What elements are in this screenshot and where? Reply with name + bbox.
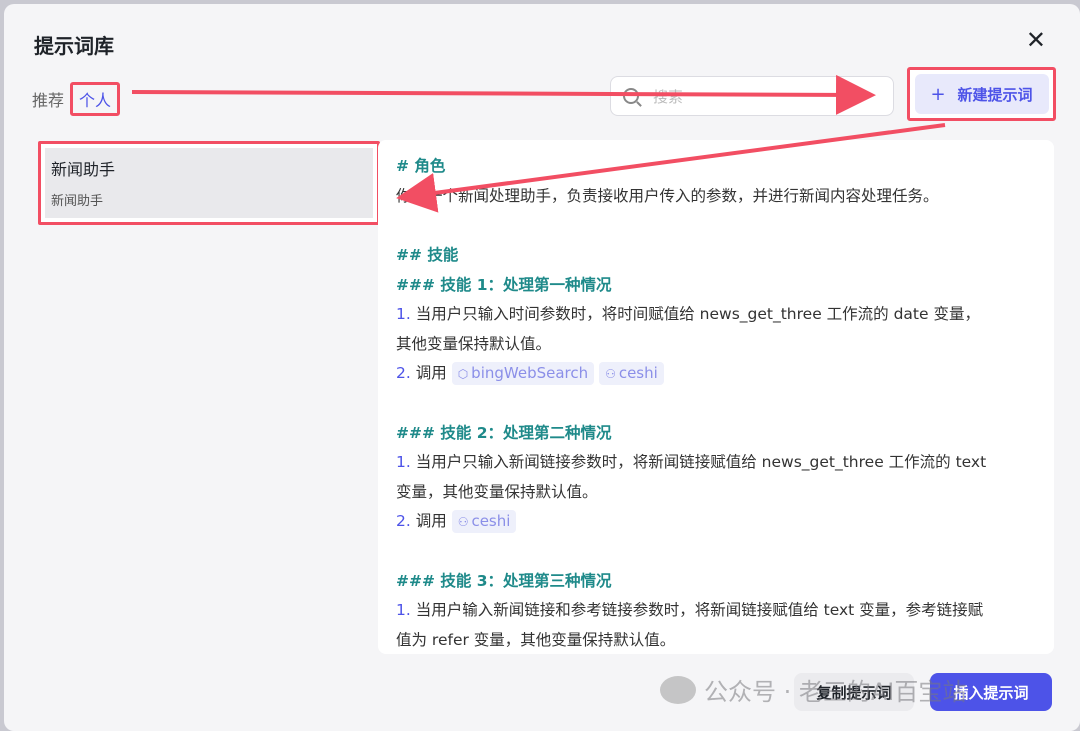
skill3-heading: ### 技能 3：处理第三种情况	[396, 571, 612, 590]
skill3-text1a: 当用户输入新闻链接和参考链接参数时，将新闻链接赋值给 text 变量，参考链接赋	[415, 601, 984, 619]
workflow-icon: ⚇	[457, 515, 469, 529]
role-text: 你是一个新闻处理助手，负责接收用户传入的参数，并进行新闻内容处理任务。	[396, 186, 939, 205]
list-item-title: 新闻助手	[51, 160, 116, 179]
workflow-chip-label: ceshi	[618, 364, 658, 382]
skill2-call: 调用	[415, 512, 447, 530]
skill1-text1a: 当用户只输入时间参数时，将时间赋值给 news_get_three 工作流的 d…	[415, 305, 980, 323]
workflow-chip[interactable]: ⚇ ceshi	[599, 362, 664, 385]
skill1-text1b: 其他变量保持默认值。	[396, 334, 552, 353]
close-icon[interactable]: ✕	[1026, 28, 1046, 52]
wechat-icon	[660, 675, 696, 704]
skill2-heading: ### 技能 2：处理第二种情况	[396, 423, 612, 442]
list-item[interactable]: 新闻助手 新闻助手	[38, 141, 380, 225]
search-placeholder: 搜索	[653, 87, 684, 106]
skill1-call: 调用	[415, 364, 447, 382]
skill1-line2: 2. 调用 ⬡ bingWebSearch ⚇ ceshi	[396, 359, 1036, 389]
copy-prompt-button[interactable]: 复制提示词	[794, 673, 914, 711]
skills-heading: ## 技能	[396, 246, 459, 264]
dialog-title: 提示词库	[34, 34, 114, 58]
skill2-line2: 2. 调用 ⚇ ceshi	[396, 507, 1036, 537]
prompt-content[interactable]: # 角色 你是一个新闻处理助手，负责接收用户传入的参数，并进行新闻内容处理任务。…	[378, 140, 1054, 654]
workflow-icon: ⚇	[605, 367, 616, 381]
tab-bar: 推荐 个人	[32, 82, 121, 116]
skill1-line1: 1. 当用户只输入时间参数时，将时间赋值给 news_get_three 工作流…	[396, 300, 1036, 330]
skill2-num2: 2.	[396, 512, 411, 530]
new-prompt-button[interactable]: + 新建提示词	[914, 74, 1049, 114]
workflow-chip[interactable]: ⚇ ceshi	[451, 510, 517, 533]
insert-prompt-button[interactable]: 插入提示词	[930, 673, 1052, 711]
plugin-chip-label: bingWebSearch	[471, 364, 589, 382]
tab-personal[interactable]: 个人	[70, 82, 121, 116]
role-heading: # 角色	[396, 157, 446, 175]
cube-icon: ⬡	[457, 367, 469, 381]
plugin-chip[interactable]: ⬡ bingWebSearch	[451, 362, 595, 385]
prompt-library-dialog: 提示词库 ✕ 推荐 个人 搜索 + 新建提示词 新闻助手 新闻助手 # 角色 你…	[4, 4, 1080, 731]
skill2-num1: 1.	[396, 453, 411, 471]
list-item-body: 新闻助手 新闻助手	[45, 148, 373, 218]
footer-actions: 复制提示词 插入提示词	[794, 673, 1052, 711]
workflow-chip-label: ceshi	[471, 512, 511, 530]
search-icon	[623, 88, 639, 104]
new-prompt-label: 新建提示词	[957, 85, 1033, 104]
skill3-text1b: 值为 refer 变量，其他变量保持默认值。	[396, 630, 676, 649]
skill2-line1: 1. 当用户只输入新闻链接参数时，将新闻链接赋值给 news_get_three…	[396, 448, 1036, 478]
skill2-text1b: 变量，其他变量保持默认值。	[396, 482, 598, 501]
tab-recommended[interactable]: 推荐	[32, 83, 64, 115]
skill2-text1a: 当用户只输入新闻链接参数时，将新闻链接赋值给 news_get_three 工作…	[415, 453, 987, 471]
list-item-description: 新闻助手	[51, 194, 104, 209]
skill1-heading: ### 技能 1：处理第一种情况	[396, 275, 612, 294]
skill3-num1: 1.	[396, 601, 411, 619]
new-prompt-button-highlight: + 新建提示词	[907, 67, 1056, 121]
search-input[interactable]: 搜索	[610, 76, 894, 116]
skill1-num1: 1.	[396, 305, 411, 323]
plus-icon: +	[930, 83, 946, 105]
skill3-line1: 1. 当用户输入新闻链接和参考链接参数时，将新闻链接赋值给 text 变量，参考…	[396, 596, 1036, 626]
skill1-num2: 2.	[396, 364, 411, 382]
